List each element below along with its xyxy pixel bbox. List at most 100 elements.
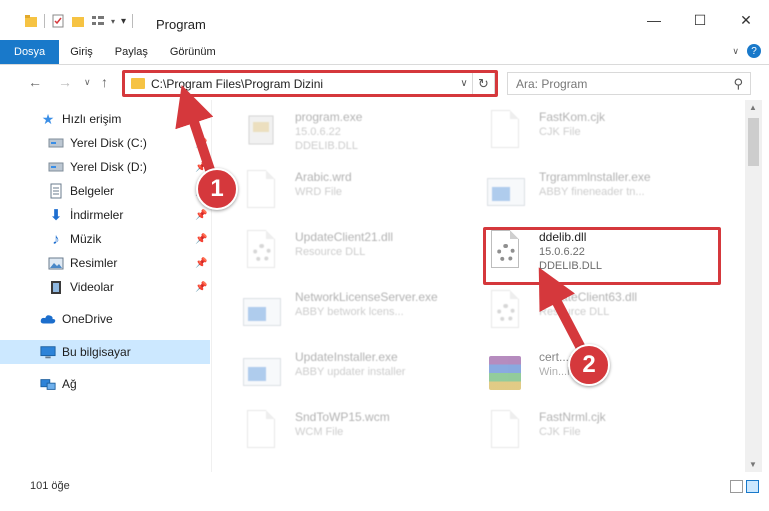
refresh-icon[interactable]: ↻: [472, 73, 494, 94]
forward-arrow-icon[interactable]: →: [58, 74, 72, 90]
ribbon-right: ∨ ?: [732, 44, 761, 58]
file-name: FastNrml.cjk: [539, 410, 606, 424]
pin-icon[interactable]: 📌: [195, 234, 207, 245]
pin-icon[interactable]: 📌: [195, 258, 207, 269]
minimize-icon: —: [647, 12, 661, 28]
window-controls: — ☐ ✕: [631, 0, 769, 40]
recent-locations-chevron-icon[interactable]: ∨: [84, 77, 91, 88]
archive-icon: [483, 350, 527, 398]
view-options-icon[interactable]: [91, 14, 105, 28]
folder-icon[interactable]: [24, 14, 38, 28]
up-arrow-icon[interactable]: ↑: [101, 74, 108, 90]
file-item[interactable]: program.exe 15.0.6.22 DDELIB.DLL: [239, 106, 479, 162]
tab-file[interactable]: Dosya: [0, 40, 60, 64]
navigation-bar: ← → ∨ ↑ C:\Program Files\Program Dizini …: [0, 66, 769, 100]
address-bar[interactable]: C:\Program Files\Program Dizini ∨ ↻: [124, 72, 495, 95]
file-item[interactable]: UpdateClient21.dll Resource DLL: [239, 226, 479, 282]
help-icon[interactable]: ?: [747, 44, 761, 58]
address-path[interactable]: C:\Program Files\Program Dizini: [151, 77, 456, 91]
drive-icon: [48, 135, 64, 151]
music-icon: ♪: [52, 230, 60, 248]
view-switcher: [730, 480, 759, 493]
dll-icon: [239, 230, 283, 278]
chevron-down-icon[interactable]: ▾: [111, 17, 115, 26]
sidebar-item-label: Videolar: [70, 280, 114, 294]
status-bar: 101 öğe: [0, 472, 769, 511]
sidebar-item-label: Bu bilgisayar: [62, 345, 131, 359]
file-detail: ABBY betwork lcens...: [295, 306, 404, 318]
star-icon: ★: [41, 110, 55, 127]
file-item[interactable]: Trgrammlnstaller.exe ABBY fineneader tn.…: [483, 166, 723, 222]
file-highlight-box: [483, 227, 721, 285]
file-detail: CJK File: [539, 426, 581, 438]
toolbar-separator: [44, 14, 45, 28]
sidebar-item-label: Belgeler: [70, 184, 115, 198]
new-folder-icon[interactable]: [71, 14, 85, 28]
file-item[interactable]: UpdateClient63.dll Resource DLL: [483, 286, 723, 342]
sidebar-item-local-disk-d[interactable]: Yerel Disk (D:) 📌: [0, 155, 210, 179]
pin-icon[interactable]: 📌: [195, 138, 207, 149]
details-view-icon[interactable]: [730, 480, 743, 493]
video-icon: [48, 279, 64, 295]
sidebar-item-onedrive[interactable]: OneDrive: [0, 307, 210, 331]
folder-icon: [131, 78, 145, 89]
close-button[interactable]: ✕: [723, 0, 769, 40]
scroll-down-icon[interactable]: ▼: [749, 460, 757, 469]
minimize-button[interactable]: —: [631, 0, 677, 40]
tab-share[interactable]: Paylaş: [104, 40, 159, 64]
file-item[interactable]: FastKom.cjk CJK File: [483, 106, 723, 162]
file-item[interactable]: FastNrml.cjk CJK File: [483, 406, 723, 462]
file-item[interactable]: NetworkLicenseServer.exe ABBY betwork lc…: [239, 286, 479, 342]
tab-view[interactable]: Görünüm: [159, 40, 227, 64]
sidebar-item-label: Yerel Disk (C:): [70, 136, 147, 150]
file-name: program.exe: [295, 110, 363, 124]
file-item[interactable]: UpdateInstaller.exe ABBY updater install…: [239, 346, 479, 402]
properties-icon[interactable]: [51, 14, 65, 28]
sidebar-item-pictures[interactable]: Resimler 📌: [0, 251, 210, 275]
file-name: NetworkLicenseServer.exe: [295, 290, 438, 304]
window-title: Program: [156, 17, 206, 32]
sidebar-item-label: Resimler: [70, 256, 118, 270]
file-name: SndToWP15.wcm: [295, 410, 390, 424]
file-item[interactable]: Arabic.wrd WRD File: [239, 166, 479, 222]
navigation-pane: ★ Hızlı erişim Yerel Disk (C:) 📌 Yerel D…: [0, 100, 212, 472]
network-icon: [40, 376, 56, 392]
sidebar-item-music[interactable]: ♪ Müzik 📌: [0, 227, 210, 251]
pin-icon[interactable]: 📌: [195, 210, 207, 221]
dll-icon: [483, 290, 527, 338]
sidebar-item-local-disk-c[interactable]: Yerel Disk (C:) 📌: [0, 131, 210, 155]
sidebar-item-label: OneDrive: [62, 312, 113, 326]
sidebar-item-quick-access[interactable]: ★ Hızlı erişim: [0, 107, 210, 131]
chevron-down-icon[interactable]: ∨: [732, 46, 739, 57]
chevron-down-icon[interactable]: ∨: [456, 78, 472, 89]
sidebar-item-downloads[interactable]: ⬇ İndirmeler 📌: [0, 203, 210, 227]
scroll-up-icon[interactable]: ▲: [749, 103, 757, 112]
sidebar-item-documents[interactable]: Belgeler 📌: [0, 179, 210, 203]
tiles-view-icon[interactable]: [746, 480, 759, 493]
file-detail: DDELIB.DLL: [295, 140, 358, 152]
sidebar-item-videos[interactable]: Videolar 📌: [0, 275, 210, 299]
customize-toolbar-icon[interactable]: ▾: [121, 16, 126, 27]
back-arrow-icon[interactable]: ←: [28, 74, 42, 90]
app-icon: [239, 290, 283, 338]
file-item[interactable]: SndToWP15.wcm WCM File: [239, 406, 479, 462]
file-name: UpdateClient21.dll: [295, 230, 394, 244]
search-input[interactable]: Ara: Program ⚲: [507, 72, 751, 95]
sidebar-item-this-pc[interactable]: Bu bilgisayar: [0, 340, 210, 364]
pin-icon[interactable]: 📌: [195, 282, 207, 293]
maximize-button[interactable]: ☐: [677, 0, 723, 40]
blank-file-icon: [239, 410, 283, 458]
drive-icon: [48, 159, 64, 175]
file-detail: CJK File: [539, 126, 581, 138]
quick-access-toolbar: ▾ ▾: [24, 14, 134, 28]
search-icon[interactable]: ⚲: [733, 76, 743, 92]
scrollbar-thumb[interactable]: [748, 118, 759, 166]
vertical-scrollbar[interactable]: ▲ ▼: [745, 100, 762, 472]
sidebar-item-network[interactable]: Ağ: [0, 372, 210, 396]
file-detail: Resource DLL: [539, 306, 610, 318]
sidebar-item-label: Ağ: [62, 377, 77, 391]
pictures-icon: [48, 255, 64, 271]
download-icon: ⬇: [49, 207, 63, 224]
tab-home[interactable]: Giriş: [59, 40, 104, 64]
file-name: UpdateInstaller.exe: [295, 350, 398, 364]
